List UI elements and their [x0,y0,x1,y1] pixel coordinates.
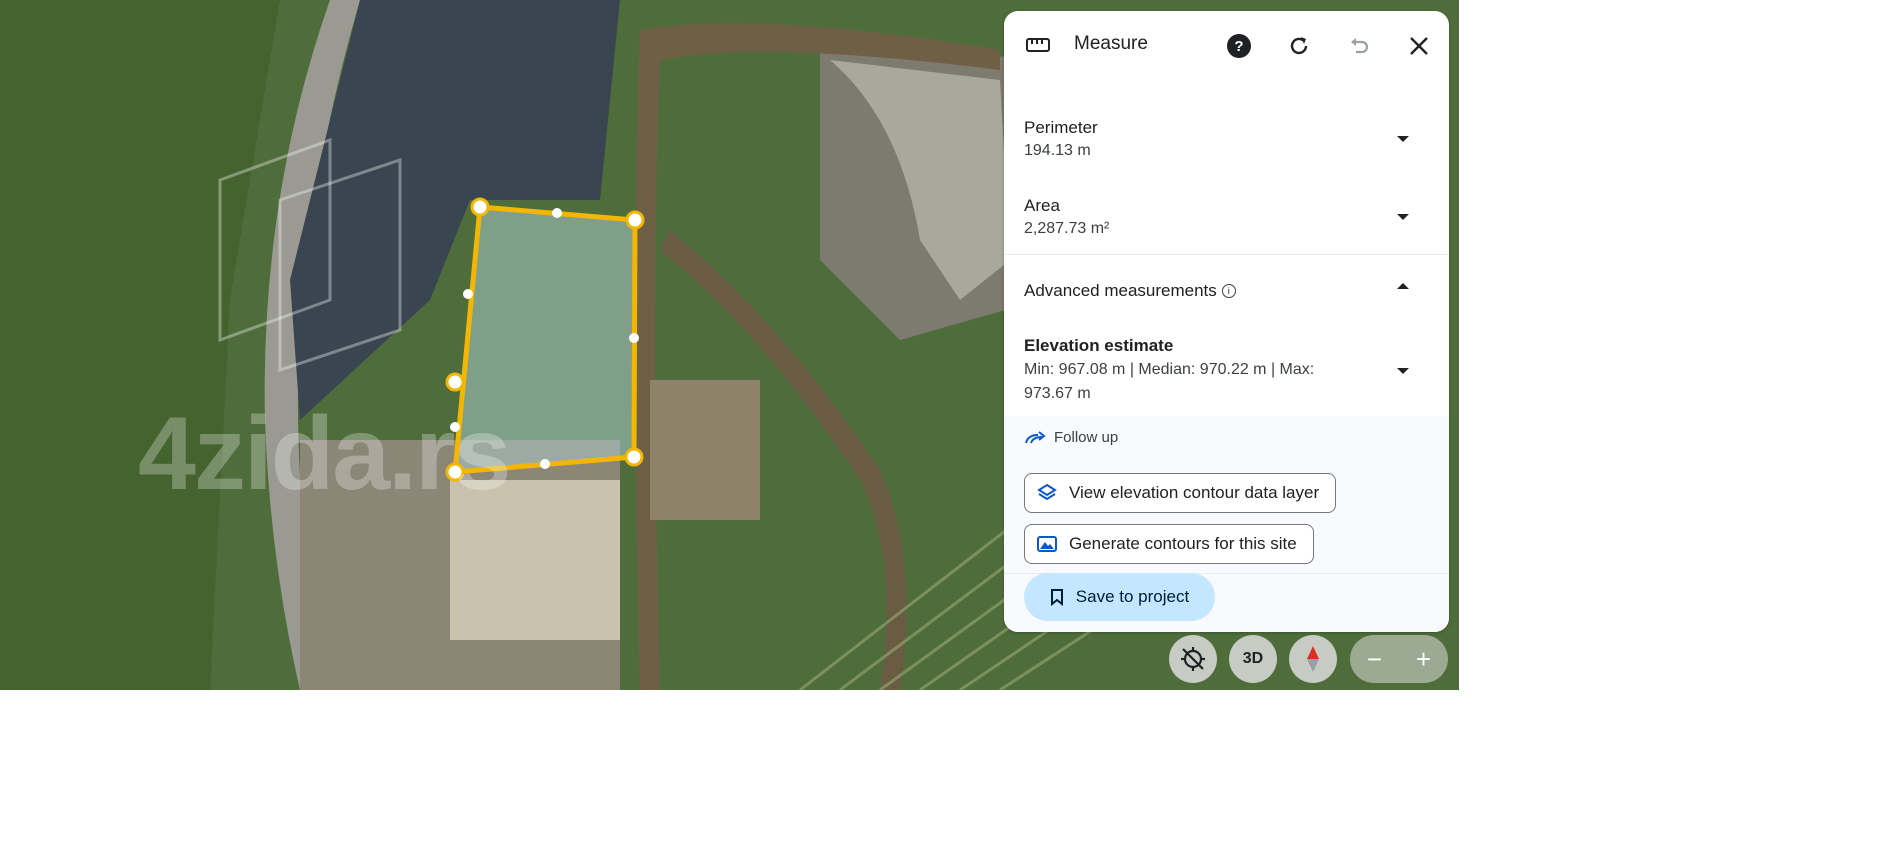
map-watermark: 4zida.rs [138,396,511,512]
3d-label: 3D [1242,650,1264,667]
panel-title: Measure [1074,33,1148,54]
elevation-row[interactable]: Elevation estimate Min: 967.08 m | Media… [1024,336,1429,406]
perimeter-chevron-icon[interactable] [1397,136,1409,142]
help-button[interactable]: ? [1224,31,1254,61]
perimeter-value: 194.13 m [1024,142,1091,159]
help-icon: ? [1227,34,1251,58]
generate-contours-label: Generate contours for this site [1069,534,1297,553]
area-value: 2,287.73 m² [1024,220,1110,237]
info-icon[interactable]: i [1221,284,1236,298]
layers-icon [1037,483,1057,501]
location-off-button[interactable] [1169,635,1217,683]
refresh-icon [1290,37,1308,55]
area-label: Area [1024,196,1060,215]
elevation-label: Elevation estimate [1024,336,1174,355]
area-chevron-icon[interactable] [1397,214,1409,220]
ruler-icon [1026,38,1050,52]
terrain-icon [1037,536,1057,552]
chevron-up-icon[interactable] [1397,283,1409,289]
area-row[interactable]: Area 2,287.73 m² [1024,196,1429,238]
view-elevation-contour-chip[interactable]: View elevation contour data layer [1024,473,1337,513]
save-to-project-label: Save to project [1075,587,1190,606]
svg-text:?: ? [1234,38,1243,55]
elevation-chevron-icon[interactable] [1397,368,1409,374]
advanced-measurements-toggle[interactable]: Advanced measurements i [1024,281,1236,301]
zoom-controls: − + [1350,635,1448,683]
measure-panel: Measure ? Perimeter 194.13 m Area 2,287.… [1004,11,1449,632]
advanced-measurements-label: Advanced measurements [1024,281,1217,300]
undo-icon [1351,38,1369,54]
save-to-project-button[interactable]: Save to project [1024,573,1215,621]
view-elevation-contour-label: View elevation contour data layer [1069,483,1320,502]
zoom-in-button[interactable]: + [1416,644,1431,675]
bookmark-icon [1050,589,1063,606]
perimeter-row[interactable]: Perimeter 194.13 m [1024,118,1429,160]
location-disabled-icon [1181,647,1205,671]
followup-title: Follow up [1054,429,1119,446]
followup-header: Follow up [1024,429,1118,446]
close-button[interactable] [1404,31,1434,61]
generate-contours-chip[interactable]: Generate contours for this site [1024,524,1314,564]
zoom-out-button[interactable]: − [1367,644,1382,675]
compass-button[interactable] [1289,635,1337,683]
panel-header: Measure ? [1004,11,1449,81]
compass-icon [1307,646,1319,672]
3d-toggle-button[interactable]: 3D [1229,635,1277,683]
elevation-value: Min: 967.08 m | Median: 970.22 m | Max: … [1024,361,1315,402]
follow-up-arrow-icon [1025,430,1046,443]
refresh-button[interactable] [1284,31,1314,61]
perimeter-label: Perimeter [1024,118,1098,137]
divider [1004,254,1449,255]
close-icon [1410,37,1428,55]
undo-button[interactable] [1344,31,1374,61]
